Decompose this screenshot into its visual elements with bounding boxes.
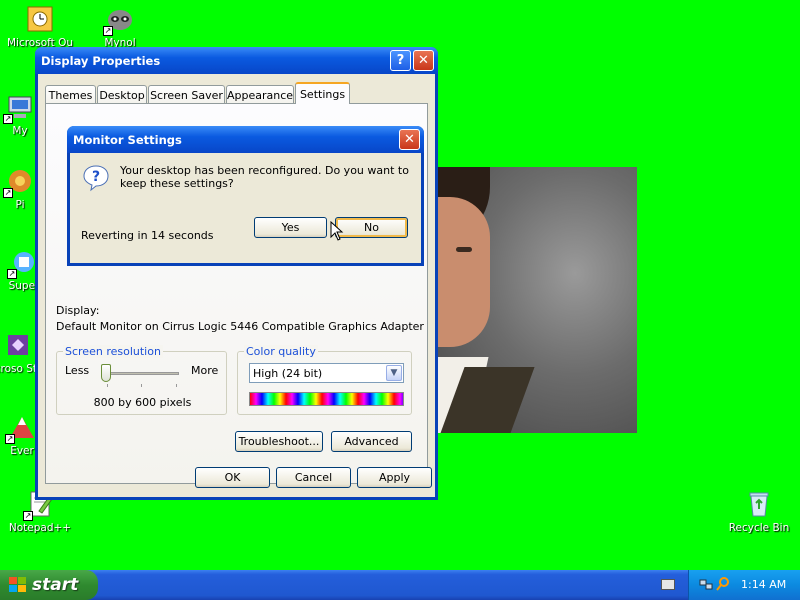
display-properties-titlebar[interactable]: Display Properties ? ✕ [35,47,438,74]
svg-text:?: ? [92,169,100,185]
screen-resolution-label: Screen resolution [63,345,163,358]
display-adapter-name: Default Monitor on Cirrus Logic 5446 Com… [56,320,424,333]
keyboard-icon[interactable] [661,579,675,590]
ok-button[interactable]: OK [195,467,270,488]
display-properties-window: Display Properties ? ✕ Themes Desktop Sc… [35,47,438,500]
desktop-icon-outlook[interactable]: Microsoft Ou [2,4,78,49]
shortcut-arrow-icon: ↗ [3,188,13,198]
studio-icon [3,330,33,360]
tab-settings[interactable]: Settings [295,82,350,104]
windows-logo-icon [9,577,26,593]
shortcut-arrow-icon: ↗ [5,434,15,444]
mouse-cursor-icon [330,220,344,241]
raccoon-icon: ↗ [103,4,135,36]
close-button[interactable]: ✕ [399,129,420,150]
desktop-icon-label: Recycle Bin [728,522,790,534]
monitor-settings-dialog: Monitor Settings ✕ ? Your desktop has be… [67,126,424,266]
shortcut-arrow-icon: ↗ [7,269,17,279]
everest-icon: ↗ [5,412,37,444]
my-computer-icon: ↗ [3,92,35,124]
help-button[interactable]: ? [390,50,411,71]
countdown-text: Reverting in 14 seconds [81,229,214,242]
tab-themes[interactable]: Themes [45,85,96,104]
network-icon[interactable] [699,577,713,591]
less-label: Less [65,364,90,377]
outlook-icon [25,4,55,34]
picasa-icon: ↗ [3,166,35,198]
question-icon: ? [82,164,110,192]
start-label: start [32,575,79,595]
resolution-value: 800 by 600 pixels [93,396,192,409]
resolution-slider-thumb[interactable] [101,364,111,382]
chevron-down-icon[interactable]: ▼ [386,365,402,381]
close-button[interactable]: ✕ [413,50,434,71]
monitor-settings-titlebar[interactable]: Monitor Settings ✕ [67,126,424,153]
resolution-slider-track[interactable] [103,372,179,375]
apply-button[interactable]: Apply [357,467,432,488]
start-button[interactable]: start [0,570,98,600]
desktop-icon-mynol[interactable]: ↗ Mynol [82,4,158,49]
wallpaper-photo [430,167,637,433]
color-quality-select[interactable]: High (24 bit) ▼ [249,363,404,383]
search-icon[interactable] [716,577,730,591]
tab-screen-saver[interactable]: Screen Saver [148,85,225,104]
color-quality-label: Color quality [244,345,318,358]
window-title: Display Properties [41,53,161,68]
shortcut-arrow-icon: ↗ [23,511,33,521]
more-label: More [191,364,219,377]
shortcut-arrow-icon: ↗ [3,114,13,124]
cancel-button[interactable]: Cancel [276,467,351,488]
monitor-settings-client: ? Your desktop has been reconfigured. Do… [70,153,421,263]
recycle-bin-icon [744,489,774,519]
display-label: Display: [56,304,100,317]
color-spectrum-bar [249,392,404,406]
color-quality-value: High (24 bit) [253,367,323,380]
taskbar: start 1:14 AM [0,570,800,600]
tab-appearance[interactable]: Appearance [226,85,294,104]
dialog-title: Monitor Settings [73,132,182,147]
dialog-message: Your desktop has been reconfigured. Do y… [120,164,409,190]
advanced-button[interactable]: Advanced [331,431,412,452]
screen-resolution-group: Screen resolution Less More 800 by 600 p… [56,345,227,415]
shortcut-arrow-icon: ↗ [103,26,113,36]
desktop-icon-recycle-bin[interactable]: Recycle Bin [721,489,797,534]
slider-tick-marks [107,384,177,387]
tab-desktop[interactable]: Desktop [97,85,147,104]
desktop-icon-label: Notepad++ [8,522,72,534]
no-button[interactable]: No [335,217,408,238]
troubleshoot-button[interactable]: Troubleshoot... [235,431,323,452]
yes-button[interactable]: Yes [254,217,327,238]
clock[interactable]: 1:14 AM [741,578,786,591]
color-quality-group: Color quality High (24 bit) ▼ [237,345,412,415]
system-tray: 1:14 AM [688,570,800,600]
